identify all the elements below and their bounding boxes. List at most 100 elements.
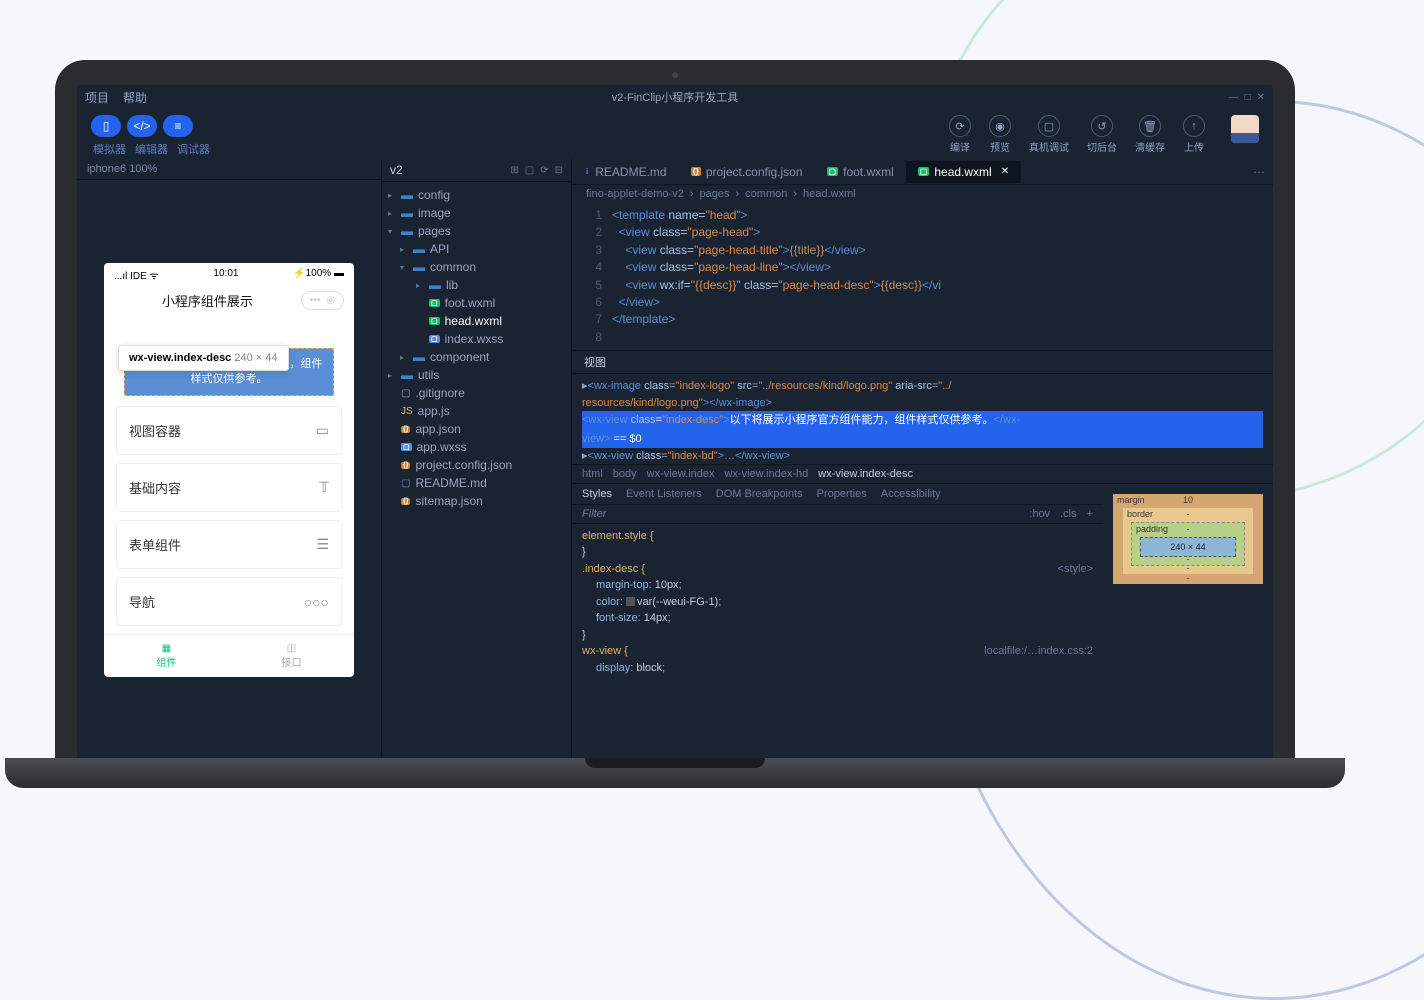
ide-screen: 项目 帮助 v2-FinClip小程序开发工具 — □ ✕ ▯ </> ≡ 模拟… bbox=[77, 85, 1273, 760]
listeners-tab[interactable]: Event Listeners bbox=[626, 488, 702, 500]
editor-tab-button[interactable]: </> bbox=[127, 115, 157, 137]
folder-lib[interactable]: ▸▬lib bbox=[382, 276, 571, 294]
clear-cache-button[interactable]: 🗑清缓存 bbox=[1135, 115, 1165, 154]
file-app-json[interactable]: {}app.json bbox=[382, 420, 571, 438]
tab-project-config[interactable]: {}project.config.json bbox=[679, 161, 815, 183]
component-icon: ▦ bbox=[104, 643, 229, 654]
folder-icon: ▬ bbox=[429, 278, 441, 292]
container-icon: ▭ bbox=[316, 422, 329, 439]
stage-button[interactable]: ↺切后台 bbox=[1087, 115, 1117, 154]
devtools-tab-wxml[interactable]: 视图 bbox=[584, 354, 606, 370]
remote-debug-button[interactable]: ▢真机调试 bbox=[1029, 115, 1069, 154]
simulator-tab-button[interactable]: ▯ bbox=[91, 115, 121, 137]
filter-input[interactable]: Filter bbox=[582, 508, 1019, 520]
toolbar: ▯ </> ≡ 模拟器 编辑器 调试器 ⟳编译 ◉预览 ▢真机调试 ↺切后台 🗑… bbox=[77, 109, 1273, 159]
tab-foot[interactable]: ▢foot.wxml bbox=[815, 161, 906, 183]
code-body[interactable]: <template name="head"> <view class="page… bbox=[612, 207, 1273, 346]
collapse-icon[interactable]: ⊟ bbox=[555, 165, 563, 176]
json-icon: {} bbox=[401, 498, 410, 505]
phone-page-title: 小程序组件展示 bbox=[114, 291, 301, 310]
properties-tab[interactable]: Properties bbox=[817, 488, 867, 500]
menu-help[interactable]: 帮助 bbox=[123, 89, 147, 106]
file-index-wxss[interactable]: ▢index.wxss bbox=[382, 330, 571, 348]
text-icon: 𝕋 bbox=[319, 479, 329, 496]
folder-pages[interactable]: ▾▬pages bbox=[382, 222, 571, 240]
folder-icon: ▬ bbox=[401, 224, 413, 238]
inspect-tooltip: wx-view.index-desc 240 × 44 bbox=[118, 345, 289, 371]
phone-tab-api[interactable]: ◫接口 bbox=[229, 635, 354, 677]
cls-button[interactable]: .cls bbox=[1060, 508, 1077, 520]
folder-config[interactable]: ▸▬config bbox=[382, 186, 571, 204]
folder-common[interactable]: ▾▬common bbox=[382, 258, 571, 276]
dom-breadcrumb[interactable]: html body wx-view.index wx-view.index-hd… bbox=[572, 464, 1273, 483]
api-icon: ◫ bbox=[229, 643, 354, 654]
file-head-wxml[interactable]: ▢head.wxml bbox=[382, 312, 571, 330]
folder-icon: ▬ bbox=[401, 188, 413, 202]
list-item[interactable]: 视图容器▭ bbox=[116, 406, 342, 455]
debugger-label: 调试器 bbox=[177, 141, 210, 157]
json-icon: {} bbox=[401, 462, 410, 469]
file-foot-wxml[interactable]: ▢foot.wxml bbox=[382, 294, 571, 312]
file-icon: ▢ bbox=[401, 388, 410, 399]
list-item[interactable]: 表单组件☰ bbox=[116, 520, 342, 569]
compile-button[interactable]: ⟳编译 bbox=[949, 115, 971, 154]
simulator-label: 模拟器 bbox=[93, 141, 126, 157]
file-readme[interactable]: ▢README.md bbox=[382, 474, 571, 492]
minimize-icon[interactable]: — bbox=[1229, 92, 1239, 103]
folder-image[interactable]: ▸▬image bbox=[382, 204, 571, 222]
phone-tab-component[interactable]: ▦组件 bbox=[104, 635, 229, 677]
list-icon: ☰ bbox=[316, 536, 329, 553]
preview-button[interactable]: ◉预览 bbox=[989, 115, 1011, 154]
new-file-icon[interactable]: ⊞ bbox=[510, 165, 518, 176]
tab-head[interactable]: ▢head.wxml✕ bbox=[906, 161, 1021, 183]
maximize-icon[interactable]: □ bbox=[1245, 92, 1251, 103]
close-icon[interactable]: ✕ bbox=[1257, 92, 1265, 103]
tab-more-icon[interactable]: ⋯ bbox=[1245, 165, 1273, 179]
folder-icon: ▬ bbox=[401, 368, 413, 382]
folder-icon: ▬ bbox=[413, 350, 425, 364]
wxss-icon: ▢ bbox=[429, 335, 440, 343]
file-sitemap[interactable]: {}sitemap.json bbox=[382, 492, 571, 510]
refresh-icon[interactable]: ⟳ bbox=[540, 165, 548, 176]
list-item[interactable]: 基础内容𝕋 bbox=[116, 463, 342, 512]
add-rule-button[interactable]: + bbox=[1087, 508, 1093, 520]
phone-preview[interactable]: ...ıl IDE ᯤ 10:01 ⚡100% ▬ 小程序组件展示 •••◎ w… bbox=[104, 263, 354, 678]
file-gitignore[interactable]: ▢.gitignore bbox=[382, 384, 571, 402]
dom-bp-tab[interactable]: DOM Breakpoints bbox=[716, 488, 803, 500]
folder-icon: ▬ bbox=[413, 242, 425, 256]
editor-panel: iREADME.md {}project.config.json ▢foot.w… bbox=[572, 159, 1273, 760]
new-folder-icon[interactable]: ▢ bbox=[525, 165, 534, 176]
file-app-js[interactable]: JSapp.js bbox=[382, 402, 571, 420]
a11y-tab[interactable]: Accessibility bbox=[881, 488, 941, 500]
md-icon: ▢ bbox=[401, 478, 410, 489]
folder-utils[interactable]: ▸▬utils bbox=[382, 366, 571, 384]
folder-api[interactable]: ▸▬API bbox=[382, 240, 571, 258]
upload-button[interactable]: ↑上传 bbox=[1183, 115, 1205, 154]
folder-component[interactable]: ▸▬component bbox=[382, 348, 571, 366]
file-project-config[interactable]: {}project.config.json bbox=[382, 456, 571, 474]
list-item[interactable]: 导航○○○ bbox=[116, 577, 342, 626]
tab-readme[interactable]: iREADME.md bbox=[572, 161, 679, 183]
file-explorer: v2 ⊞ ▢ ⟳ ⊟ ▸▬config ▸▬image ▾▬pages ▸▬AP… bbox=[382, 159, 572, 760]
debugger-tab-button[interactable]: ≡ bbox=[163, 115, 193, 137]
close-icon[interactable]: ✕ bbox=[1001, 166, 1009, 177]
wxss-icon: ▢ bbox=[401, 443, 412, 451]
css-rules[interactable]: element.style { } .index-desc {<style> m… bbox=[572, 524, 1103, 681]
folder-icon: ▬ bbox=[413, 260, 425, 274]
styles-tab[interactable]: Styles bbox=[582, 488, 612, 500]
phone-capsule[interactable]: •••◎ bbox=[301, 291, 344, 310]
json-icon: {} bbox=[401, 426, 410, 433]
phone-status-bar: ...ıl IDE ᯤ 10:01 ⚡100% ▬ bbox=[104, 263, 354, 287]
hov-button[interactable]: :hov bbox=[1029, 508, 1050, 520]
wxml-icon: ▢ bbox=[429, 299, 440, 307]
window-title: v2-FinClip小程序开发工具 bbox=[612, 89, 739, 105]
menu-project[interactable]: 项目 bbox=[85, 89, 109, 106]
devtools-panel: 视图 ▸<wx-image class="index-logo" src="..… bbox=[572, 350, 1273, 680]
dom-tree[interactable]: ▸<wx-image class="index-logo" src="../re… bbox=[572, 374, 1273, 464]
editor-tabs: iREADME.md {}project.config.json ▢foot.w… bbox=[572, 159, 1273, 185]
file-app-wxss[interactable]: ▢app.wxss bbox=[382, 438, 571, 456]
folder-icon: ▬ bbox=[401, 206, 413, 220]
code-editor[interactable]: 123 456 78 <template name="head"> <view … bbox=[572, 203, 1273, 350]
avatar[interactable] bbox=[1231, 115, 1259, 143]
line-gutter: 123 456 78 bbox=[572, 207, 612, 346]
